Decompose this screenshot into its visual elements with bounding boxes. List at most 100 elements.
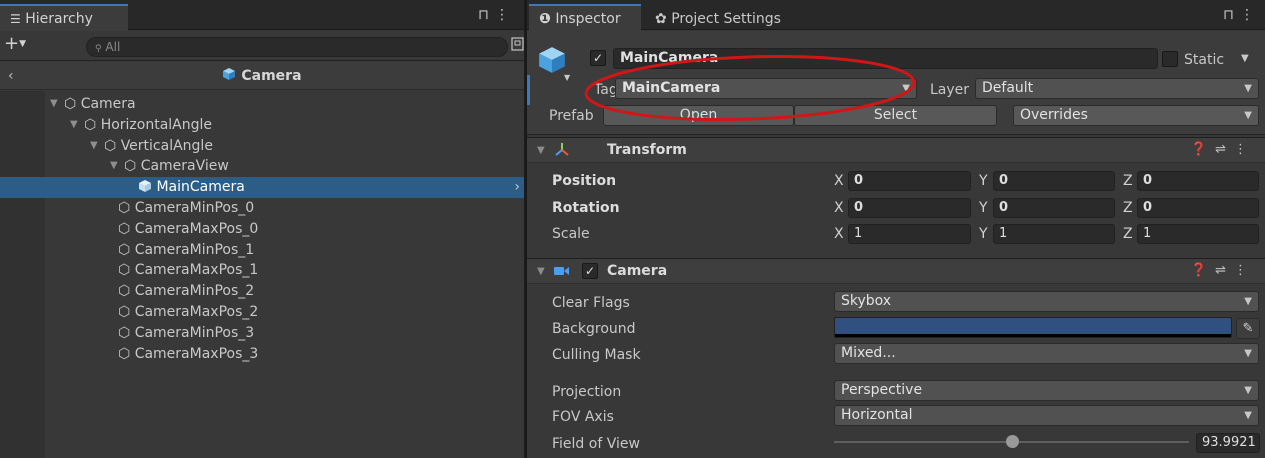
- tree-item[interactable]: ▼ ⬡ Camera: [0, 94, 524, 115]
- prefab-open-button[interactable]: Open: [603, 105, 794, 126]
- preset-icon[interactable]: ⇌: [1215, 263, 1234, 278]
- scale-label: Scale: [552, 226, 590, 242]
- object-name-field[interactable]: MainCamera: [613, 48, 1158, 69]
- tree-item-selected[interactable]: MainCamera ›: [0, 177, 524, 198]
- expand-arrow-icon[interactable]: ▼: [90, 136, 98, 157]
- tab-hierarchy-label: Hierarchy: [25, 11, 93, 27]
- help-icon[interactable]: ❓: [1191, 263, 1215, 278]
- preset-icon[interactable]: ⇌: [1215, 142, 1234, 157]
- kebab-menu-icon[interactable]: ⋮: [1234, 263, 1255, 278]
- active-checkbox[interactable]: ✓: [590, 50, 606, 66]
- layer-dropdown[interactable]: Default ▼: [975, 78, 1259, 99]
- prefab-select-button[interactable]: Select: [794, 105, 997, 126]
- axis-z-label[interactable]: Z: [1123, 226, 1133, 242]
- icon-dropdown-arrow-icon[interactable]: ▼: [564, 73, 570, 82]
- tree-item-label: HorizontalAngle: [100, 116, 213, 133]
- kebab-menu-icon[interactable]: ⋮: [1234, 142, 1255, 157]
- kebab-menu-icon[interactable]: ⋮: [495, 7, 515, 23]
- chevron-down-icon: ▼: [902, 83, 910, 94]
- rotation-z-field[interactable]: 0: [1137, 198, 1259, 218]
- fov-slider-thumb[interactable]: [1005, 435, 1019, 448]
- transform-component-header[interactable]: ▼ Transform ❓⇌⋮: [527, 137, 1265, 163]
- axis-x-label[interactable]: X: [834, 173, 844, 189]
- lock-icon[interactable]: ⊓: [478, 7, 495, 23]
- tab-project-settings[interactable]: ✿ Project Settings: [645, 4, 791, 31]
- axis-x-label[interactable]: X: [834, 226, 844, 242]
- static-dropdown-icon[interactable]: ▼: [1241, 53, 1249, 64]
- tree-item[interactable]: ⬡ CameraMinPos_1: [0, 240, 524, 261]
- rotation-y-field[interactable]: 0: [993, 198, 1115, 218]
- help-icon[interactable]: ❓: [1191, 142, 1215, 157]
- fov-axis-dropdown[interactable]: Horizontal ▼: [834, 405, 1259, 426]
- rotation-x-field[interactable]: 0: [848, 198, 971, 218]
- tree-item-label: MainCamera: [156, 179, 245, 196]
- tree-item-label: CameraMaxPos_3: [134, 345, 259, 362]
- culling-mask-dropdown[interactable]: Mixed... ▼: [834, 343, 1259, 364]
- cube-icon: [222, 68, 241, 84]
- gameobject-header: ▼ ✓ MainCamera Static ▼ Tag MainCamera ▼…: [527, 31, 1265, 135]
- prefab-scene-title: Camera: [241, 68, 302, 84]
- axis-x-label[interactable]: X: [834, 200, 844, 216]
- tag-dropdown[interactable]: MainCamera ▼: [615, 78, 917, 99]
- tree-item[interactable]: ⬡ CameraMaxPos_0: [0, 219, 524, 240]
- eyedropper-icon[interactable]: ✎: [1236, 318, 1260, 339]
- back-chevron-icon[interactable]: ‹: [8, 62, 14, 90]
- position-z-field[interactable]: 0: [1137, 171, 1259, 191]
- tree-item[interactable]: ⬡ CameraMaxPos_1: [0, 260, 524, 281]
- position-x-field[interactable]: 0: [848, 171, 971, 191]
- position-y-field[interactable]: 0: [993, 171, 1115, 191]
- tree-item[interactable]: ⬡ CameraMaxPos_3: [0, 344, 524, 365]
- tree-item[interactable]: ⬡ CameraMinPos_3: [0, 323, 524, 344]
- gameobject-icon: ⬡: [118, 283, 131, 300]
- clear-flags-dropdown[interactable]: Skybox ▼: [834, 291, 1259, 312]
- hierarchy-search-input[interactable]: ⚲ All: [86, 37, 508, 57]
- projection-dropdown[interactable]: Perspective ▼: [834, 380, 1259, 401]
- inspector-tab-menu[interactable]: ⊓⋮: [1223, 7, 1260, 23]
- gameobject-icon: ⬡: [84, 116, 97, 133]
- prefab-overrides-dropdown[interactable]: Overrides ▼: [1013, 105, 1259, 126]
- tree-item[interactable]: ▼ ⬡ CameraView: [0, 156, 524, 177]
- camera-enabled-checkbox[interactable]: ✓: [582, 263, 598, 279]
- background-color-field[interactable]: [834, 317, 1232, 338]
- static-checkbox[interactable]: [1162, 51, 1178, 67]
- scale-y-field[interactable]: 1: [993, 224, 1115, 244]
- lock-icon[interactable]: ⊓: [1223, 7, 1240, 23]
- tree-item[interactable]: ▼ ⬡ HorizontalAngle: [0, 115, 524, 136]
- axis-z-label[interactable]: Z: [1123, 200, 1133, 216]
- prefab-cube-icon: [138, 179, 152, 195]
- axis-y-label[interactable]: Y: [979, 226, 988, 242]
- fov-label: Field of View: [552, 436, 640, 452]
- tree-item[interactable]: ▼ ⬡ VerticalAngle: [0, 136, 524, 157]
- tree-item[interactable]: ⬡ CameraMinPos_2: [0, 281, 524, 302]
- hierarchy-tab-menu[interactable]: ⊓⋮: [478, 7, 515, 23]
- scale-x-field[interactable]: 1: [848, 224, 971, 244]
- tab-inspector[interactable]: ❶ Inspector: [529, 4, 641, 31]
- hierarchy-toolbar: +▼ ⚲ All: [0, 31, 524, 61]
- tree-item-label: CameraView: [140, 158, 229, 175]
- projection-value: Perspective: [841, 382, 923, 398]
- expand-arrow-icon[interactable]: ▼: [110, 156, 118, 177]
- prefab-cube-icon[interactable]: [537, 45, 567, 79]
- axis-z-label[interactable]: Z: [1123, 173, 1133, 189]
- scale-z-field[interactable]: 1: [1137, 224, 1259, 244]
- tree-item-label: CameraMaxPos_1: [134, 262, 259, 279]
- background-label: Background: [552, 321, 636, 337]
- tree-item[interactable]: ⬡ CameraMinPos_0: [0, 198, 524, 219]
- culling-mask-label: Culling Mask: [552, 347, 641, 363]
- camera-component-header[interactable]: ▼ ✓ Camera ❓⇌⋮: [527, 258, 1265, 284]
- tree-item[interactable]: ⬡ CameraMaxPos_2: [0, 302, 524, 323]
- tab-hierarchy[interactable]: ☰ Hierarchy: [0, 4, 128, 31]
- create-button[interactable]: +▼: [4, 35, 26, 53]
- collapse-arrow-icon[interactable]: ▼: [537, 266, 545, 277]
- open-prefab-chevron-icon[interactable]: ›: [514, 177, 520, 198]
- tree-item-label: CameraMinPos_1: [134, 241, 255, 258]
- expand-arrow-icon[interactable]: ▼: [70, 115, 78, 136]
- axis-y-label[interactable]: Y: [979, 200, 988, 216]
- scene-filter-icon[interactable]: [511, 37, 524, 53]
- expand-arrow-icon[interactable]: ▼: [50, 94, 58, 115]
- kebab-menu-icon[interactable]: ⋮: [1240, 7, 1260, 23]
- collapse-arrow-icon[interactable]: ▼: [537, 145, 545, 156]
- axis-y-label[interactable]: Y: [979, 173, 988, 189]
- fov-value-field[interactable]: 93.9921: [1196, 433, 1260, 453]
- inspector-panel: ❶ Inspector ✿ Project Settings ⊓⋮ ▼ ✓ Ma…: [527, 0, 1265, 458]
